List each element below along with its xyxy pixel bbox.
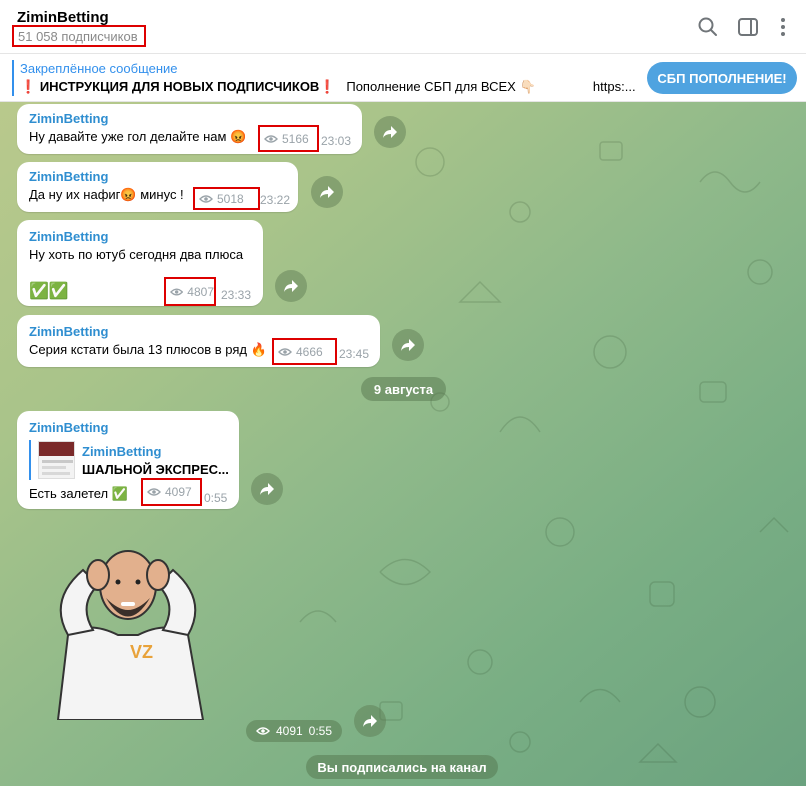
view-count: 4807	[164, 277, 216, 306]
message-time: 0:55	[308, 724, 333, 738]
more-menu-icon[interactable]	[771, 15, 795, 39]
message-time: 23:03	[321, 134, 352, 148]
pinned-subtext: Пополнение СБП для ВСЕХ	[346, 79, 516, 94]
message-bubble[interactable]: ZiminBetting Ну хоть по ютуб сегодня два…	[17, 220, 263, 306]
share-arrow-icon	[401, 339, 415, 351]
message-author[interactable]: ZiminBetting	[29, 229, 108, 244]
forwarded-author[interactable]: ZiminBetting	[82, 444, 161, 459]
eye-icon	[199, 194, 213, 203]
message-bubble[interactable]: ZiminBetting Ну давайте уже гол делайте …	[17, 104, 362, 154]
view-count: 4097	[141, 478, 202, 506]
share-arrow-icon	[284, 280, 298, 292]
view-count: 5018	[193, 187, 260, 210]
check-marks: ✅✅	[29, 283, 69, 300]
message-text: Серия кстати была 13 плюсов в ряд 🔥	[29, 342, 267, 357]
channel-title[interactable]: ZiminBetting	[17, 9, 109, 26]
views-number: 5166	[282, 131, 309, 146]
subscriber-count: 51 058 подписчиков	[12, 25, 146, 47]
views-number: 5018	[217, 191, 244, 206]
share-arrow-icon	[383, 126, 397, 138]
sticker-logo: VZ	[130, 642, 153, 662]
pinned-headline: ИНСТРУКЦИЯ ДЛЯ НОВЫХ ПОДПИСЧИКОВ	[39, 79, 320, 94]
message-time: 23:33	[221, 288, 252, 302]
pinned-link: https:...	[592, 79, 635, 94]
forward-accent-bar	[29, 440, 31, 480]
forwarded-text: ШАЛЬНОЙ ЭКСПРЕС...	[82, 462, 229, 477]
message-time: 23:45	[339, 347, 370, 361]
exclamation-icon: ❗	[319, 79, 336, 94]
forward-button[interactable]	[275, 270, 307, 302]
thumbnail-image	[39, 442, 74, 475]
forward-button[interactable]	[354, 705, 386, 737]
message-text: Ну давайте уже гол делайте нам 😡	[29, 129, 247, 144]
message-text: Есть залетел ✅	[29, 486, 128, 501]
eye-icon	[255, 727, 270, 735]
sbp-topup-button[interactable]: СБП ПОПОЛНЕНИЕ!	[647, 62, 797, 94]
search-icon[interactable]	[696, 15, 720, 39]
share-arrow-icon	[363, 715, 377, 727]
sticker-meta: 4091 0:55	[246, 720, 342, 742]
eye-icon	[264, 134, 278, 143]
forward-button[interactable]	[251, 473, 283, 505]
message-bubble[interactable]: ZiminBetting Серия кстати была 13 плюсов…	[17, 315, 380, 367]
message-author[interactable]: ZiminBetting	[29, 324, 108, 339]
views-number: 4097	[165, 485, 192, 499]
pinned-accent-bar	[12, 60, 14, 96]
views-number: 4807	[187, 284, 214, 299]
views-number: 4666	[296, 344, 323, 359]
pointing-down-icon: 👇🏻	[519, 79, 536, 94]
message-bubble[interactable]: ZiminBetting Да ну их нафиг😡 минус ! 501…	[17, 162, 298, 212]
forward-button[interactable]	[374, 116, 406, 148]
message-author[interactable]: ZiminBetting	[29, 169, 108, 184]
view-count: 4666	[272, 338, 337, 365]
pinned-text: ❗ ИНСТРУКЦИЯ ДЛЯ НОВЫХ ПОДПИСЧИКОВ❗ Попо…	[20, 79, 635, 95]
message-author[interactable]: ZiminBetting	[29, 111, 108, 126]
view-count: 5166	[258, 125, 319, 152]
forward-button[interactable]	[311, 176, 343, 208]
pinned-title: Закреплённое сообщение	[20, 61, 178, 76]
message-text: Да ну их нафиг😡 минус !	[29, 187, 184, 202]
message-time: 23:22	[260, 193, 291, 207]
eye-icon	[147, 488, 161, 496]
message-text: Ну хоть по ютуб сегодня два плюса	[29, 247, 244, 262]
exclamation-icon: ❗	[20, 79, 37, 94]
sidebar-toggle-icon[interactable]	[736, 15, 760, 39]
eye-icon	[278, 347, 292, 356]
forwarded-thumbnail[interactable]	[38, 441, 75, 479]
forward-button[interactable]	[392, 329, 424, 361]
share-arrow-icon	[320, 186, 334, 198]
message-time: 0:55	[204, 491, 228, 505]
share-arrow-icon	[260, 483, 274, 495]
channel-header: ZiminBetting 51 058 подписчиков	[0, 0, 806, 54]
views-number: 4091	[275, 724, 303, 738]
sticker-image[interactable]: VZ	[38, 540, 218, 720]
date-separator: 9 августа	[361, 377, 446, 401]
eye-icon	[170, 287, 184, 296]
message-author[interactable]: ZiminBetting	[29, 420, 108, 435]
subscribed-notice[interactable]: Вы подписались на канал	[306, 755, 498, 779]
